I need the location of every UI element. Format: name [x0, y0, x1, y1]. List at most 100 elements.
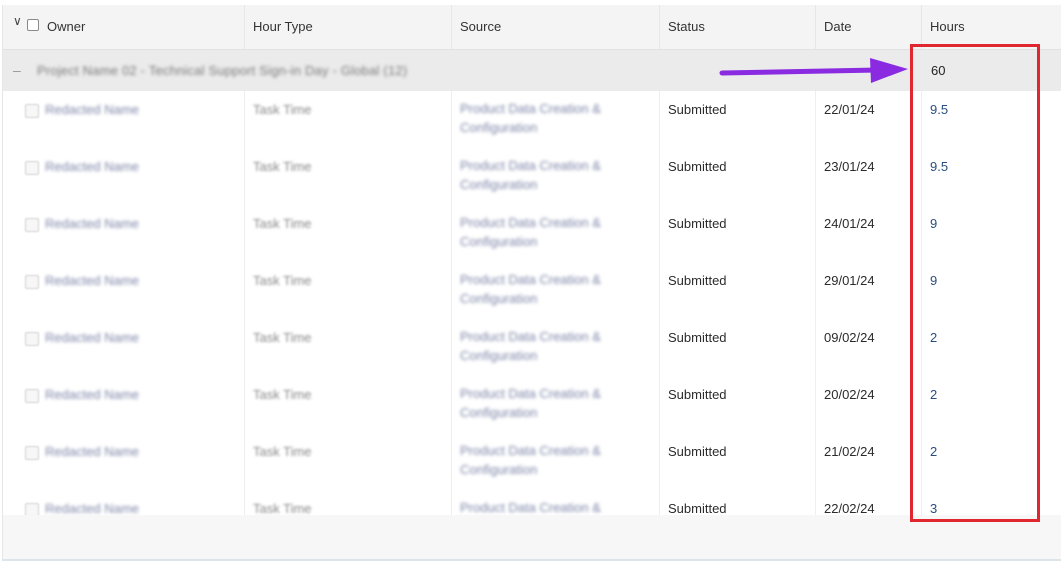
hour-type-text: Task Time — [253, 273, 312, 288]
owner-link[interactable]: Redacted Name — [45, 387, 139, 402]
row-checkbox[interactable] — [25, 218, 39, 232]
row-checkbox[interactable] — [25, 332, 39, 346]
select-all-checkbox[interactable] — [27, 19, 39, 31]
cell-source[interactable]: Product Data Creation &Configuration — [452, 433, 660, 490]
status-text: Submitted — [668, 102, 727, 117]
source-link-line-1[interactable]: Product Data Creation & — [460, 498, 659, 515]
grid-header: ∨ Owner Hour Type Source Status Date Hou… — [3, 5, 1061, 50]
source-link-line-1[interactable]: Product Data Creation & — [460, 384, 659, 403]
column-label-date: Date — [824, 19, 852, 34]
group-row[interactable]: – Project Name 02 - Technical Support Si… — [3, 50, 1061, 92]
owner-link[interactable]: Redacted Name — [45, 216, 139, 231]
owner-link[interactable]: Redacted Name — [45, 501, 139, 515]
cell-source[interactable]: Product Data Creation &Configuration — [452, 148, 660, 205]
hours-grid: ∨ Owner Hour Type Source Status Date Hou… — [2, 5, 1061, 515]
table-row[interactable]: Redacted Name Task Time Product Data Creat… — [3, 319, 1061, 377]
source-link-line-2[interactable]: Configuration — [460, 289, 659, 308]
cell-hour-type: Task Time — [245, 262, 452, 319]
hour-type-text: Task Time — [253, 501, 312, 515]
source-link-line-2[interactable]: Configuration — [460, 232, 659, 251]
column-header-owner[interactable]: ∨ Owner — [3, 5, 245, 49]
table-row[interactable]: Redacted Name Task Time Product Data Creat… — [3, 376, 1061, 434]
chevron-down-icon[interactable]: ∨ — [13, 15, 22, 27]
table-row[interactable]: Redacted Name Task Time Product Data Creat… — [3, 91, 1061, 149]
cell-hours[interactable]: 3 — [922, 490, 1061, 515]
source-link-line-1[interactable]: Product Data Creation & — [460, 99, 659, 118]
cell-source[interactable]: Product Data Creation &Configuration — [452, 205, 660, 262]
source-link-line-2[interactable]: Configuration — [460, 403, 659, 422]
cell-hour-type: Task Time — [245, 490, 452, 515]
column-header-status[interactable]: Status — [660, 5, 816, 49]
row-checkbox[interactable] — [25, 389, 39, 403]
cell-hours[interactable]: 9.5 — [922, 148, 1061, 205]
row-checkbox[interactable] — [25, 161, 39, 175]
cell-hour-type: Task Time — [245, 148, 452, 205]
hours-link[interactable]: 3 — [930, 501, 937, 515]
table-row[interactable]: Redacted Name Task Time Product Data Creat… — [3, 433, 1061, 491]
cell-hours[interactable]: 2 — [922, 376, 1061, 433]
cell-owner[interactable]: Redacted Name — [3, 262, 245, 319]
source-link-line-1[interactable]: Product Data Creation & — [460, 327, 659, 346]
column-header-hour-type[interactable]: Hour Type — [245, 5, 452, 49]
group-total-hours: 60 — [931, 63, 946, 78]
source-link-line-1[interactable]: Product Data Creation & — [460, 213, 659, 232]
cell-owner[interactable]: Redacted Name — [3, 91, 245, 148]
cell-owner[interactable]: Redacted Name — [3, 490, 245, 515]
source-link-line-2[interactable]: Configuration — [460, 346, 659, 365]
source-link-line-1[interactable]: Product Data Creation & — [460, 156, 659, 175]
table-row[interactable]: Redacted Name Task Time Product Data Creat… — [3, 262, 1061, 320]
row-checkbox[interactable] — [25, 503, 39, 515]
cell-hours[interactable]: 9 — [922, 262, 1061, 319]
cell-hour-type: Task Time — [245, 91, 452, 148]
cell-source[interactable]: Product Data Creation &Configuration — [452, 376, 660, 433]
cell-hour-type: Task Time — [245, 433, 452, 490]
cell-hours[interactable]: 2 — [922, 433, 1061, 490]
column-header-source[interactable]: Source — [452, 5, 660, 49]
hours-link[interactable]: 2 — [930, 444, 937, 459]
table-row[interactable]: Redacted Name Task Time Product Data Creat… — [3, 205, 1061, 263]
column-header-date[interactable]: Date — [816, 5, 922, 49]
owner-link[interactable]: Redacted Name — [45, 330, 139, 345]
row-checkbox[interactable] — [25, 104, 39, 118]
owner-link[interactable]: Redacted Name — [45, 273, 139, 288]
cell-owner[interactable]: Redacted Name — [3, 205, 245, 262]
row-checkbox[interactable] — [25, 275, 39, 289]
source-link-line-2[interactable]: Configuration — [460, 118, 659, 137]
cell-status: Submitted — [660, 148, 816, 205]
cell-source[interactable]: Product Data Creation &Configuration — [452, 91, 660, 148]
cell-date: 21/02/24 — [816, 433, 922, 490]
cell-owner[interactable]: Redacted Name — [3, 319, 245, 376]
cell-owner[interactable]: Redacted Name — [3, 433, 245, 490]
hour-type-text: Task Time — [253, 444, 312, 459]
source-link-line-2[interactable]: Configuration — [460, 175, 659, 194]
cell-hour-type: Task Time — [245, 376, 452, 433]
cell-source[interactable]: Product Data Creation &Configuration — [452, 262, 660, 319]
date-text: 21/02/24 — [824, 444, 875, 459]
hours-link[interactable]: 9.5 — [930, 102, 948, 117]
hour-type-text: Task Time — [253, 387, 312, 402]
cell-owner[interactable]: Redacted Name — [3, 376, 245, 433]
date-text: 22/02/24 — [824, 501, 875, 515]
hours-link[interactable]: 2 — [930, 387, 937, 402]
table-row[interactable]: Redacted Name Task Time Product Data Creat… — [3, 490, 1061, 515]
table-row[interactable]: Redacted Name Task Time Product Data Creat… — [3, 148, 1061, 206]
owner-link[interactable]: Redacted Name — [45, 444, 139, 459]
cell-owner[interactable]: Redacted Name — [3, 148, 245, 205]
cell-source[interactable]: Product Data Creation &Configuration — [452, 319, 660, 376]
source-link-line-2[interactable]: Configuration — [460, 460, 659, 479]
minus-icon[interactable]: – — [13, 63, 25, 77]
cell-source[interactable]: Product Data Creation &Configuration — [452, 490, 660, 515]
source-link-line-1[interactable]: Product Data Creation & — [460, 270, 659, 289]
hours-link[interactable]: 9 — [930, 273, 937, 288]
column-header-hours[interactable]: Hours — [922, 5, 1061, 49]
cell-hours[interactable]: 9.5 — [922, 91, 1061, 148]
source-link-line-1[interactable]: Product Data Creation & — [460, 441, 659, 460]
hours-link[interactable]: 9.5 — [930, 159, 948, 174]
cell-hours[interactable]: 2 — [922, 319, 1061, 376]
hours-link[interactable]: 2 — [930, 330, 937, 345]
row-checkbox[interactable] — [25, 446, 39, 460]
cell-hours[interactable]: 9 — [922, 205, 1061, 262]
hours-link[interactable]: 9 — [930, 216, 937, 231]
owner-link[interactable]: Redacted Name — [45, 102, 139, 117]
owner-link[interactable]: Redacted Name — [45, 159, 139, 174]
